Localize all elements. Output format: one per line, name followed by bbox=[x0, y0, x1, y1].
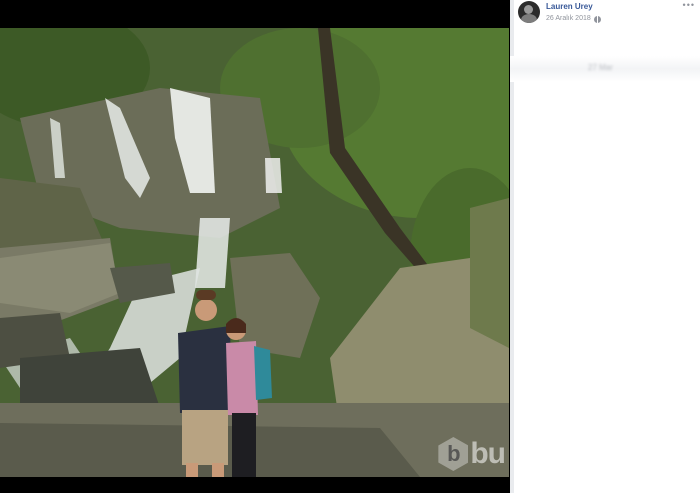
post-photo[interactable]: b bu bbox=[0, 28, 509, 477]
blurred-text: 27 Mar bbox=[588, 63, 613, 72]
watermark-text: bu bbox=[470, 437, 506, 470]
date-row: 26 Aralık 2018 bbox=[546, 13, 601, 25]
post-meta: Lauren Urey 26 Aralık 2018 bbox=[546, 1, 601, 25]
site-watermark: b bu bbox=[438, 437, 506, 471]
watermark-logo-icon: b bbox=[438, 437, 469, 471]
avatar[interactable] bbox=[518, 1, 540, 23]
post-header: Lauren Urey 26 Aralık 2018 bbox=[518, 1, 601, 25]
waterfall-scene bbox=[0, 28, 509, 477]
media-viewer: b bu bbox=[0, 0, 510, 493]
post-date[interactable]: 26 Aralık 2018 bbox=[546, 13, 591, 25]
more-options-icon[interactable]: ••• bbox=[683, 0, 695, 10]
globe-icon bbox=[593, 15, 601, 23]
author-name-link[interactable]: Lauren Urey bbox=[546, 1, 601, 13]
